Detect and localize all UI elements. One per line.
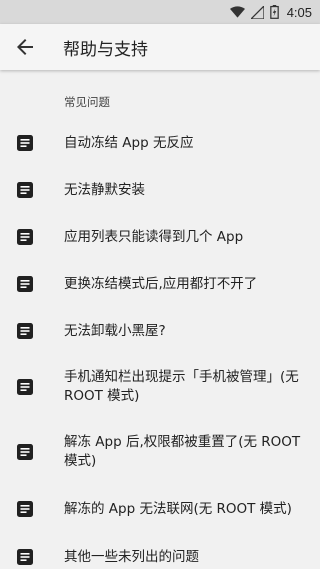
battery-charging-icon <box>269 5 279 19</box>
article-icon <box>17 229 33 245</box>
faq-list: 常见问题 自动冻结 App 无反应 无法静默安装应用列表只能读得到几个 App 更换… <box>0 70 320 569</box>
article-icon <box>17 379 33 395</box>
faq-item-label: 更换冻结模式后,应用都打不开了 <box>64 275 258 292</box>
faq-item-label: 无法卸载小黑屋? <box>64 322 166 339</box>
wifi-icon <box>229 6 245 18</box>
article-icon <box>17 323 33 339</box>
status-time: 4:05 <box>286 4 312 20</box>
faq-item[interactable]: 解冻 App 后,权限都被重置了(无 ROOT 模式) <box>0 428 320 476</box>
faq-item-label: 解冻 App 后,权限都被重置了(无 ROOT 模式) <box>64 434 301 469</box>
faq-item-label: 无法静默安装 <box>64 181 145 198</box>
faq-item[interactable]: 无法静默安装 <box>0 169 320 211</box>
faq-item[interactable]: 其他一些未列出的问题 <box>0 536 320 569</box>
faq-item-label: 自动冻结 App 无反应 <box>64 134 194 151</box>
article-icon <box>17 276 33 292</box>
article-icon <box>17 501 33 517</box>
faq-item-label: 应用列表只能读得到几个 App <box>64 228 244 245</box>
faq-item-label: 解冻的 App 无法联网(无 ROOT 模式) <box>64 500 292 517</box>
section-header: 常见问题 <box>64 95 110 109</box>
faq-item[interactable]: 解冻的 App 无法联网(无 ROOT 模式) <box>0 488 320 530</box>
faq-item[interactable]: 应用列表只能读得到几个 App <box>0 216 320 258</box>
page-title: 帮助与支持 <box>63 39 148 60</box>
faq-item[interactable]: 更换冻结模式后,应用都打不开了 <box>0 263 320 305</box>
faq-item-label: 手机通知栏出现提示「手机被管理」(无 ROOT 模式) <box>64 369 299 404</box>
back-button[interactable] <box>1 24 49 70</box>
faq-item[interactable]: 手机通知栏出现提示「手机被管理」(无 ROOT 模式) <box>0 363 320 411</box>
article-icon <box>17 135 33 151</box>
article-icon <box>17 549 33 565</box>
article-icon <box>17 182 33 198</box>
faq-item-label: 其他一些未列出的问题 <box>64 548 199 565</box>
app-bar: 帮助与支持 <box>0 24 320 70</box>
status-bar: 4:05 <box>0 0 320 24</box>
faq-item[interactable]: 自动冻结 App 无反应 <box>0 122 320 164</box>
arrow-back-icon <box>17 39 33 55</box>
article-icon <box>17 444 33 460</box>
faq-item[interactable]: 无法卸载小黑屋? <box>0 310 320 352</box>
signal-icon <box>250 5 264 19</box>
